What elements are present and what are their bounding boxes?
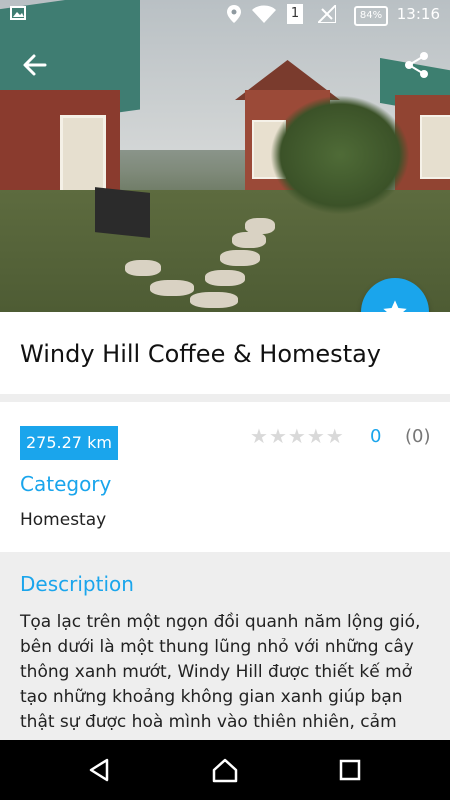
- rating-value: 0: [370, 426, 382, 447]
- divider: [0, 394, 450, 402]
- rating-count: (0): [405, 426, 431, 447]
- arrow-left-icon: [23, 54, 47, 76]
- path-stone: [232, 232, 266, 248]
- nav-back-button[interactable]: [85, 755, 115, 785]
- battery-indicator: 84%: [354, 6, 388, 26]
- star-icon: ★: [268, 424, 287, 448]
- location-icon: [227, 5, 241, 27]
- gallery-icon: [10, 5, 26, 25]
- path-stone: [245, 218, 275, 234]
- category-value: Homestay: [20, 510, 107, 530]
- signal-icon: [315, 2, 337, 27]
- status-bar: 1 84% 13:16: [0, 0, 450, 30]
- description-text: Tọa lạc trên một ngọn đồi quanh năm lộng…: [20, 612, 421, 732]
- hero-image: 1 84% 13:16: [0, 0, 450, 312]
- star-icon: ★: [250, 424, 268, 448]
- distance-badge: 275.27 km: [20, 426, 118, 460]
- wifi-icon: [252, 5, 276, 27]
- share-button[interactable]: [402, 50, 432, 80]
- sim-indicator: 1: [287, 4, 303, 24]
- description-label: Description: [20, 572, 134, 596]
- nav-home-button[interactable]: [210, 755, 240, 785]
- triangle-back-icon: [89, 758, 109, 782]
- share-icon: [405, 52, 428, 78]
- category-label: Category: [20, 472, 112, 496]
- window-right: [420, 115, 450, 179]
- path-stone: [150, 280, 194, 296]
- rating-stars[interactable]: ★ ★ ★ ★ ★: [250, 424, 345, 448]
- path-stone: [190, 292, 238, 308]
- system-nav-bar: [0, 740, 450, 800]
- path-stone: [220, 250, 260, 266]
- trees: [270, 95, 410, 215]
- bench: [95, 187, 150, 238]
- star-icon: ★: [325, 424, 344, 448]
- back-button[interactable]: [20, 50, 50, 80]
- recents-icon: [339, 759, 361, 781]
- title-card: Windy Hill Coffee & Homestay: [0, 312, 450, 394]
- path-stone: [125, 260, 161, 276]
- place-title: Windy Hill Coffee & Homestay: [20, 340, 382, 368]
- path-stone: [205, 270, 245, 286]
- star-icon: ★: [287, 424, 306, 448]
- nav-recents-button[interactable]: [335, 755, 365, 785]
- info-section: 275.27 km ★ ★ ★ ★ ★ 0 (0) Category Homes…: [0, 402, 450, 552]
- status-time: 13:16: [396, 5, 440, 23]
- description-section: Description Tọa lạc trên một ngọn đồi qu…: [0, 552, 450, 740]
- home-icon: [212, 758, 238, 783]
- star-icon: ★: [306, 424, 325, 448]
